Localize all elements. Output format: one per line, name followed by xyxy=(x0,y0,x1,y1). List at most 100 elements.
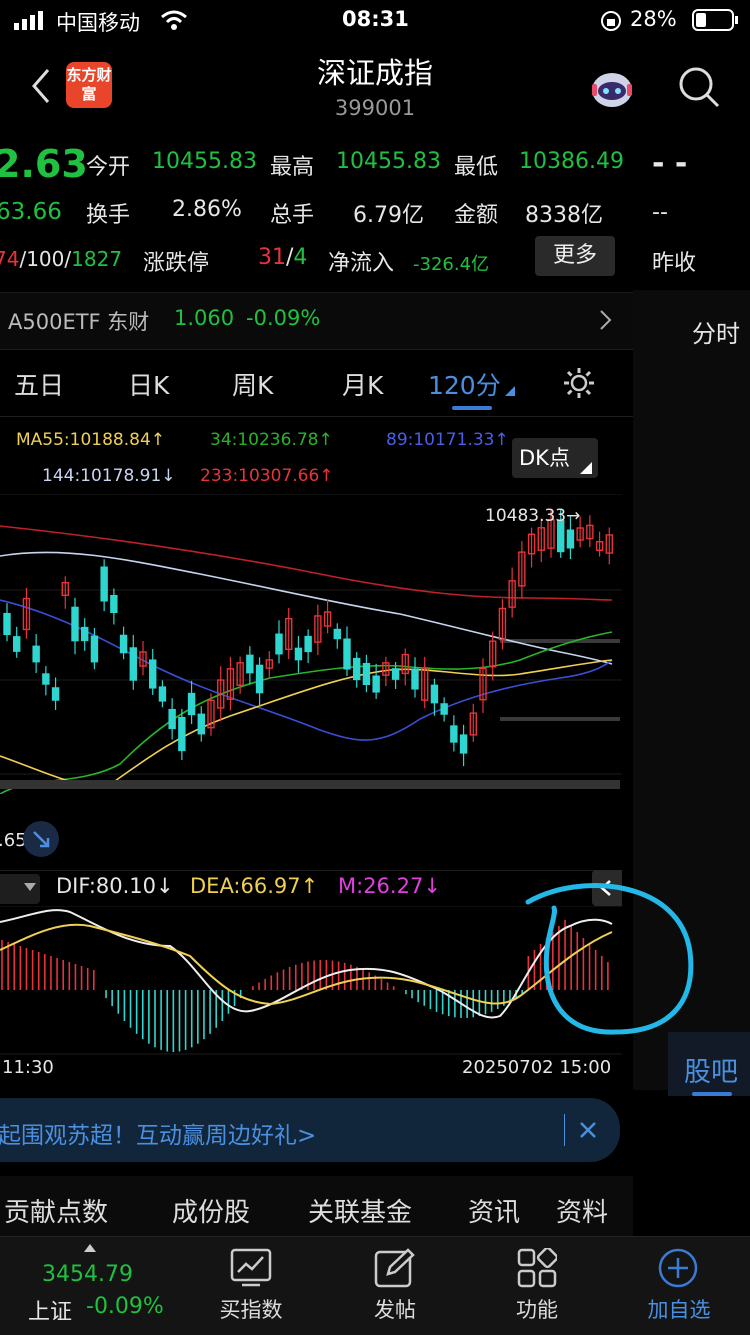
settings-gear-icon[interactable] xyxy=(562,366,596,400)
candle-body xyxy=(353,657,361,681)
netflow-label: 净流入 xyxy=(328,251,395,276)
add-watchlist-button[interactable]: 加自选 xyxy=(624,1294,734,1324)
sh-index-name: 上证 xyxy=(28,1300,73,1325)
promo-text[interactable]: 起围观苏超！互动赢周边好礼> xyxy=(0,1116,316,1150)
candle-body xyxy=(158,686,167,702)
dk-point-label: DK点 xyxy=(519,446,570,470)
sh-index-change: -0.09% xyxy=(86,1294,164,1319)
chart-trend-icon[interactable] xyxy=(230,1248,272,1288)
buy-index-button[interactable]: 买指数 xyxy=(196,1294,306,1324)
candle-body xyxy=(187,692,196,716)
amount-value: 8338亿 xyxy=(525,203,603,228)
candle-body xyxy=(450,725,458,743)
wifi-icon xyxy=(161,10,187,30)
candle-body xyxy=(3,612,11,636)
candle-body xyxy=(343,638,351,670)
candle-body xyxy=(81,626,89,642)
divider xyxy=(564,1114,565,1146)
ma34-legend: 34:10236.78↑ xyxy=(210,430,333,450)
search-icon[interactable] xyxy=(676,64,722,110)
candle-body xyxy=(197,713,205,735)
ma55-legend: MA55:10188.84↑ xyxy=(16,430,166,450)
caret-up-icon xyxy=(84,1244,96,1252)
macd-m: M:26.27↓ xyxy=(338,874,441,898)
candle-body xyxy=(13,636,21,652)
volume-label: 总手 xyxy=(270,203,315,228)
time-axis-left: 11:30 xyxy=(2,1057,54,1078)
close-icon[interactable] xyxy=(578,1120,598,1140)
tab-guba[interactable]: 股吧 xyxy=(684,1050,738,1089)
tab-contribution[interactable]: 贡献点数 xyxy=(4,1192,108,1229)
etf-change: -0.09% xyxy=(246,306,321,330)
etf-price: 1.060 xyxy=(174,306,235,330)
expand-chart-icon[interactable] xyxy=(22,820,60,858)
robot-assistant-icon[interactable] xyxy=(588,64,636,110)
tab-dropdown-icon xyxy=(505,386,515,396)
max-price-label: 10483.33→ xyxy=(485,506,581,526)
candle-body xyxy=(110,595,118,613)
guba-tab-indicator xyxy=(692,1092,732,1096)
candle-body xyxy=(304,635,312,653)
tab-related-funds[interactable]: 关联基金 xyxy=(308,1192,412,1229)
tab-monthly-k[interactable]: 月K xyxy=(342,366,383,402)
post-button[interactable]: 发帖 xyxy=(340,1294,450,1324)
candle-body xyxy=(362,662,371,686)
add-circle-icon[interactable] xyxy=(658,1248,698,1288)
tab-weekly-k[interactable]: 周K xyxy=(232,366,273,402)
tab-profile[interactable]: 资料 xyxy=(556,1192,608,1229)
moving-average-line-ma55 xyxy=(0,659,613,788)
candle-body xyxy=(275,633,283,655)
limit-count: 31/4 xyxy=(258,245,308,270)
function-button[interactable]: 功能 xyxy=(482,1294,592,1324)
tab-daily-k[interactable]: 日K xyxy=(128,366,169,402)
tab-120-minute[interactable]: 120分 xyxy=(428,366,501,402)
candle-body xyxy=(372,675,380,693)
grid-function-icon[interactable] xyxy=(517,1248,557,1288)
macd-dif: DIF:80.10↓ xyxy=(56,874,174,898)
candle-body xyxy=(149,659,157,689)
page-title: 深证成指 xyxy=(316,56,433,90)
open-label: 今开 xyxy=(86,155,131,180)
more-button[interactable]: 更多 xyxy=(535,236,615,276)
edit-post-icon[interactable] xyxy=(374,1248,416,1288)
rotation-lock-icon xyxy=(601,11,621,31)
tab-news[interactable]: 资讯 xyxy=(468,1192,520,1229)
etf-name: A500ETF 东财 xyxy=(8,310,150,334)
tab-five-day[interactable]: 五日 xyxy=(14,366,64,402)
signal-icon xyxy=(14,11,43,30)
status-bar: 中国移动 08:31 28% xyxy=(0,0,750,40)
candle-body xyxy=(32,645,40,663)
candle-body xyxy=(119,634,128,654)
dropdown-icon xyxy=(24,883,36,891)
tab-intraday[interactable]: 分时 xyxy=(692,314,740,349)
tab-constituents[interactable]: 成份股 xyxy=(172,1192,250,1229)
macd-dea: DEA:66.97↑ xyxy=(190,874,319,898)
divider xyxy=(0,870,622,871)
candle-body xyxy=(255,664,264,694)
candle-body xyxy=(100,566,108,602)
candle-body xyxy=(459,734,468,754)
active-tab-indicator xyxy=(452,406,492,410)
candle-body xyxy=(440,703,448,715)
low-label: 最低 xyxy=(454,155,499,180)
support-band xyxy=(500,717,620,721)
sh-index-value[interactable]: 3454.79 xyxy=(42,1262,133,1287)
chevron-right-icon xyxy=(600,310,612,330)
battery-icon xyxy=(692,9,738,31)
netflow-value: -326.4亿 xyxy=(413,254,490,275)
price-change: 63.66 xyxy=(0,199,62,225)
amount-label: 金额 xyxy=(454,203,499,228)
candlestick-chart[interactable] xyxy=(0,494,622,794)
high-value: 10455.83 xyxy=(336,149,441,174)
time-axis-right: 20250702 15:00 xyxy=(462,1057,612,1078)
stock-code: 399001 xyxy=(334,96,416,120)
divider xyxy=(0,416,633,417)
turnover-label: 换手 xyxy=(86,203,131,228)
chart-bottom-bar xyxy=(0,780,620,789)
candle-body xyxy=(566,529,575,549)
last-price: 2.63 xyxy=(0,142,88,186)
candle-body xyxy=(391,668,400,680)
candle-body xyxy=(51,687,60,701)
candle-body xyxy=(42,673,50,685)
volume-value: 6.79亿 xyxy=(353,203,424,228)
